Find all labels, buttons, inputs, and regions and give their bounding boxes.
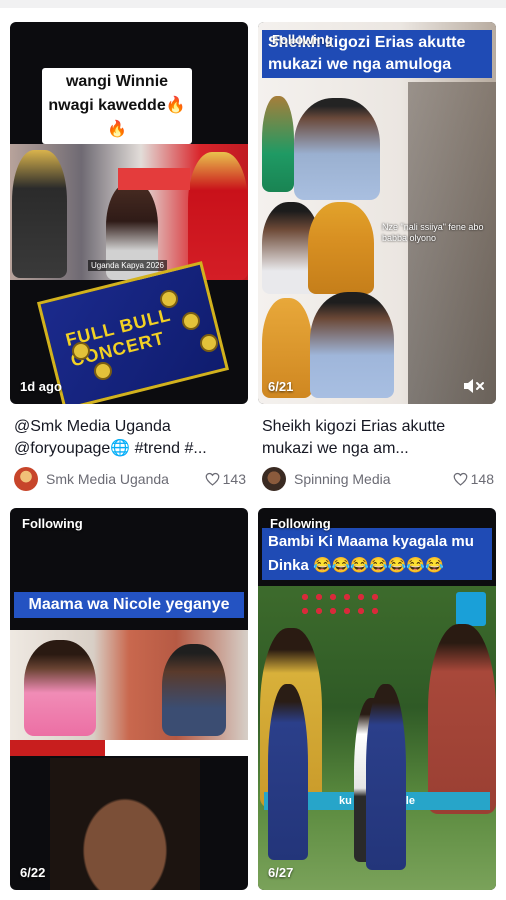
thumbnail-title: Bambi Ki Maama kyagala mu Dinka 😂😂😂😂😂😂😂	[262, 528, 492, 580]
mute-icon[interactable]	[462, 376, 486, 396]
like-count[interactable]: 148	[453, 471, 494, 487]
author-name[interactable]: Spinning Media	[294, 471, 453, 487]
figure	[268, 684, 308, 860]
avatar[interactable]	[14, 467, 38, 491]
thumbnail-subtitle: Uganda Kapya 2026	[88, 260, 167, 271]
figure	[162, 644, 226, 736]
inset-image	[118, 168, 190, 190]
poster-portrait	[72, 342, 90, 360]
video-card[interactable]: ku Afro Mobile Bambi Ki Maama kyagala mu…	[258, 508, 496, 890]
like-count-value: 148	[470, 471, 494, 487]
flowers	[298, 590, 378, 620]
video-thumbnail[interactable]: Nze "nali ssiiya" fene abo babba olyono …	[258, 22, 496, 404]
slide-count: 6/22	[20, 865, 46, 880]
video-thumbnail[interactable]: ku Afro Mobile Bambi Ki Maama kyagala mu…	[258, 508, 496, 890]
figure	[12, 150, 67, 278]
like-count-value: 143	[222, 471, 246, 487]
thumbnail-title: Maama wa Nicole yeganye	[14, 592, 244, 618]
news-ticker	[10, 740, 248, 756]
heart-icon	[205, 472, 220, 486]
poster-portrait	[200, 334, 218, 352]
figure	[188, 152, 248, 280]
channel-logo	[456, 592, 486, 626]
figure	[428, 624, 496, 814]
following-badge: Following	[272, 32, 333, 47]
poster-portrait	[94, 362, 112, 380]
thumbnail-title: wangi Winnie nwagi kawedde🔥🔥	[42, 68, 192, 144]
post-age: 1d ago	[20, 379, 62, 394]
video-card[interactable]: Maama wa Nicole yeganye Following 6/22	[10, 508, 248, 890]
video-card[interactable]: Uganda Kapya 2026 FULL BULL CONCERT wang…	[10, 22, 248, 492]
video-card[interactable]: Nze "nali ssiiya" fene abo babba olyono …	[258, 22, 496, 492]
figure	[24, 640, 96, 736]
video-thumbnail[interactable]: Uganda Kapya 2026 FULL BULL CONCERT wang…	[10, 22, 248, 404]
following-badge: Following	[270, 516, 331, 531]
author-name[interactable]: Smk Media Uganda	[46, 471, 205, 487]
figure	[294, 98, 380, 200]
avatar[interactable]	[262, 467, 286, 491]
slide-count: 6/27	[268, 865, 294, 880]
video-caption[interactable]: Sheikh kigozi Erias akutte mukazi we nga…	[262, 416, 494, 460]
portrait	[50, 758, 200, 890]
video-thumbnail[interactable]: Maama wa Nicole yeganye Following 6/22	[10, 508, 248, 890]
figure	[262, 96, 294, 192]
slide-count: 6/21	[268, 379, 294, 394]
like-count[interactable]: 143	[205, 471, 246, 487]
video-caption[interactable]: @Smk Media Uganda @foryoupage🌐 #trend #.…	[14, 416, 246, 460]
top-edge	[0, 0, 506, 8]
thumbnail-note: Nze "nali ssiiya" fene abo babba olyono	[382, 222, 484, 243]
following-badge: Following	[22, 516, 83, 531]
figure	[308, 202, 374, 294]
poster-portrait	[182, 312, 200, 330]
figure	[310, 292, 394, 398]
poster-portrait	[160, 290, 178, 308]
heart-icon	[453, 472, 468, 486]
figure	[366, 684, 406, 870]
